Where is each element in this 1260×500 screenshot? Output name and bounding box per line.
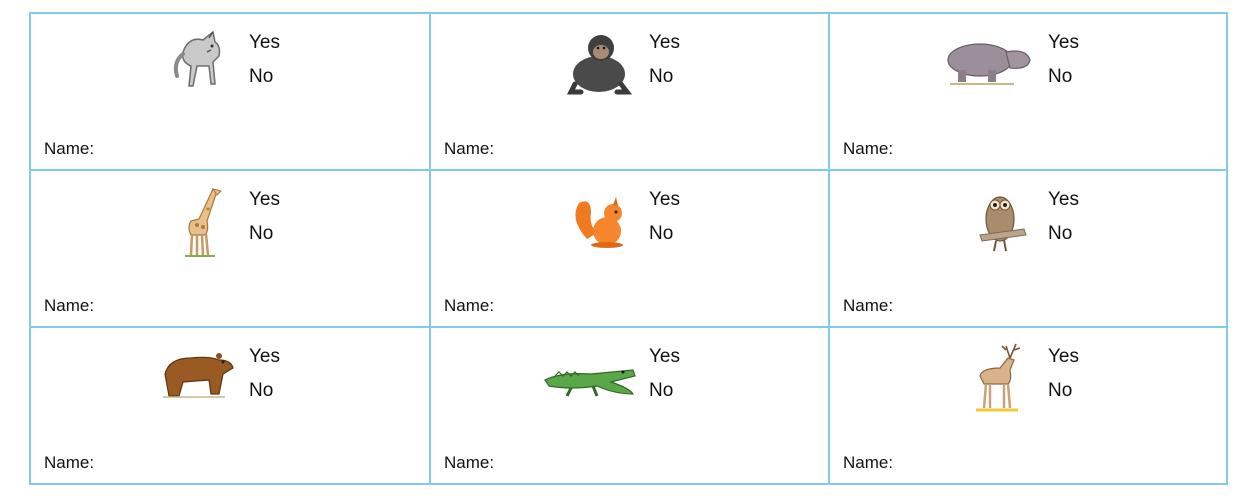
animal-card-deer: Yes No Name: <box>830 328 1226 483</box>
animal-card-chimpanzee: Yes No Name: <box>431 14 830 171</box>
no-option[interactable]: No <box>1048 380 1072 402</box>
animal-card-wolf: Yes No Name: <box>31 14 431 171</box>
animal-card-bear: Yes No Name: <box>31 328 431 483</box>
animal-card-crocodile: Yes No Name: <box>431 328 830 483</box>
no-option[interactable]: No <box>649 380 673 402</box>
bear-icon <box>157 336 237 416</box>
hippo-icon <box>940 22 1040 102</box>
name-label: Name: <box>444 139 495 158</box>
animal-card-grid: Yes No Name: Yes No Name: Yes No Name: Y… <box>29 12 1228 485</box>
yes-option[interactable]: Yes <box>249 32 280 54</box>
wolf-icon <box>163 22 243 102</box>
name-label: Name: <box>44 453 95 472</box>
name-label: Name: <box>444 453 495 472</box>
name-label: Name: <box>444 296 495 315</box>
animal-card-owl: Yes No Name: <box>830 171 1226 328</box>
no-option[interactable]: No <box>1048 223 1072 245</box>
yes-option[interactable]: Yes <box>649 32 680 54</box>
yes-option[interactable]: Yes <box>1048 346 1079 368</box>
name-label: Name: <box>44 139 95 158</box>
yes-option[interactable]: Yes <box>1048 189 1079 211</box>
name-label: Name: <box>843 296 894 315</box>
yes-option[interactable]: Yes <box>1048 32 1079 54</box>
owl-icon <box>960 179 1040 259</box>
squirrel-icon <box>561 179 641 259</box>
name-label: Name: <box>843 139 894 158</box>
crocodile-icon <box>541 336 641 416</box>
no-option[interactable]: No <box>649 66 673 88</box>
yes-option[interactable]: Yes <box>249 189 280 211</box>
giraffe-icon <box>161 179 241 259</box>
deer-icon <box>960 336 1040 416</box>
animal-card-giraffe: Yes No Name: <box>31 171 431 328</box>
animal-card-squirrel: Yes No Name: <box>431 171 830 328</box>
no-option[interactable]: No <box>249 66 273 88</box>
no-option[interactable]: No <box>1048 66 1072 88</box>
no-option[interactable]: No <box>249 380 273 402</box>
no-option[interactable]: No <box>649 223 673 245</box>
chimpanzee-icon <box>559 22 639 102</box>
animal-card-hippo: Yes No Name: <box>830 14 1226 171</box>
name-label: Name: <box>44 296 95 315</box>
no-option[interactable]: No <box>249 223 273 245</box>
yes-option[interactable]: Yes <box>249 346 280 368</box>
yes-option[interactable]: Yes <box>649 189 680 211</box>
name-label: Name: <box>843 453 894 472</box>
yes-option[interactable]: Yes <box>649 346 680 368</box>
